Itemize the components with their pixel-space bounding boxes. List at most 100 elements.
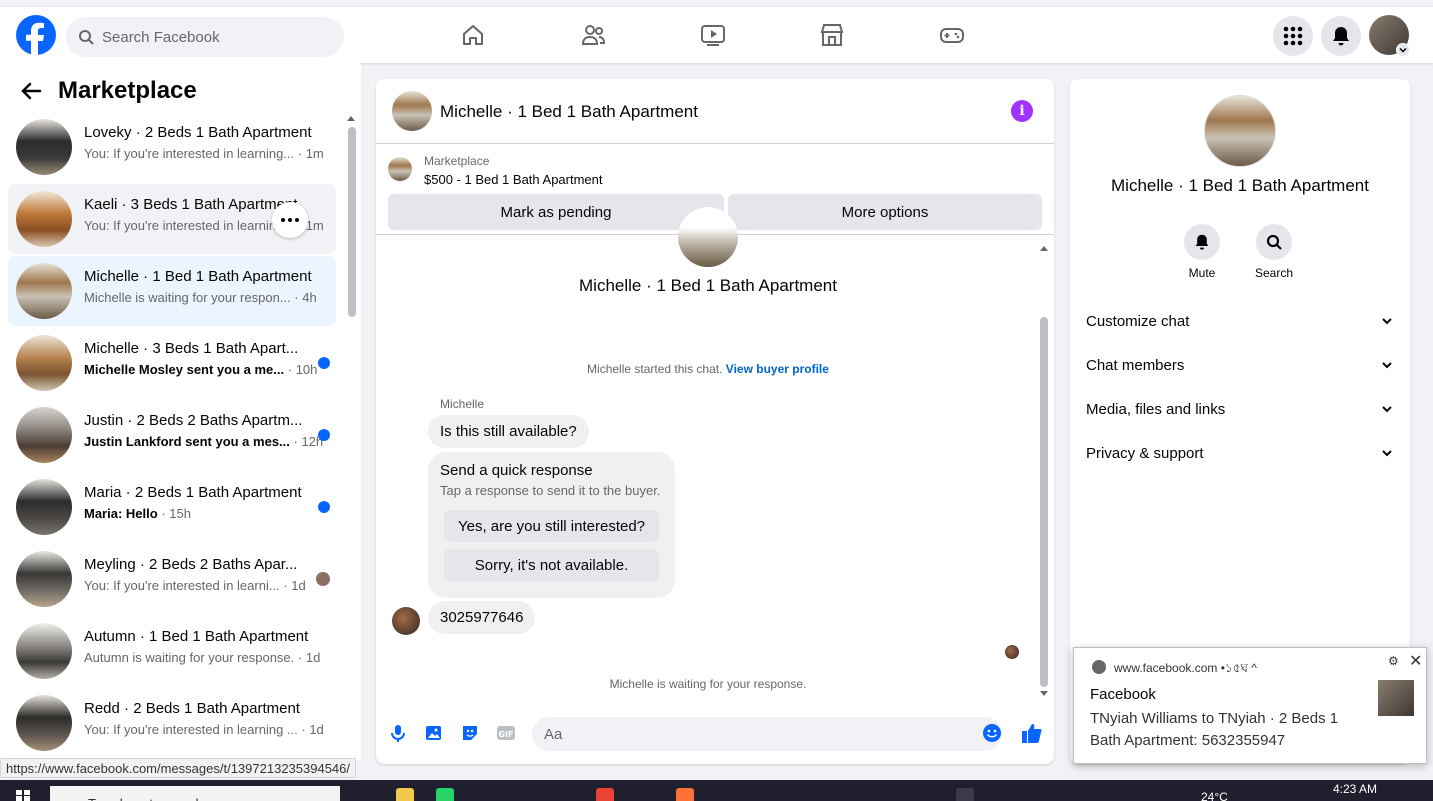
search-bar[interactable]: Search Facebook: [66, 17, 344, 57]
notification-title: Facebook: [1090, 686, 1156, 703]
listing-thumbnail: [16, 479, 72, 535]
scrollbar-up-arrow[interactable]: [1040, 246, 1048, 251]
listing-avatar[interactable]: [1204, 95, 1276, 167]
back-arrow-icon[interactable]: [20, 80, 42, 102]
quick-reply-interested-button[interactable]: Yes, are you still interested?: [444, 510, 659, 542]
firefox-icon[interactable]: [676, 788, 694, 801]
message-bubble: Is this still available?: [428, 415, 589, 448]
windows-taskbar: Type here to search 24°C 4:23 AM: [0, 780, 1433, 801]
taskbar-search[interactable]: Type here to search: [50, 786, 340, 801]
sidebar-scrollbar[interactable]: [348, 127, 356, 317]
view-buyer-profile-link[interactable]: View buyer profile: [726, 362, 829, 376]
conversation-preview: You: If you're interested in learning ..…: [84, 722, 324, 737]
facebook-logo[interactable]: [16, 15, 56, 55]
gif-icon[interactable]: GIF: [496, 723, 516, 743]
system-clock[interactable]: 4:23 AM: [1333, 782, 1377, 796]
friends-icon[interactable]: [579, 21, 607, 49]
gear-icon[interactable]: ⚙: [1388, 654, 1399, 668]
conversation-item[interactable]: Meyling · 2 Beds 2 Baths Apar... You: If…: [8, 544, 336, 614]
listing-thumbnail: [16, 551, 72, 607]
chat-started-notice: Michelle started this chat. View buyer p…: [587, 362, 829, 376]
more-options-button[interactable]: [272, 202, 308, 238]
chevron-down-icon: [1382, 318, 1392, 325]
gaming-icon[interactable]: [938, 21, 966, 49]
desktop-notification[interactable]: www.facebook.com •১৫ঘ ^ ⚙ ✕ Facebook TNy…: [1073, 647, 1427, 764]
listing-avatar[interactable]: [392, 91, 432, 131]
conversation-preview: You: If you're interested in learni... ·…: [84, 578, 306, 593]
search-input[interactable]: Search Facebook: [102, 29, 220, 46]
bell-icon: [1195, 234, 1209, 250]
photo-icon[interactable]: [424, 723, 444, 743]
seen-avatar: [316, 572, 330, 586]
conversation-title: Michelle · 1 Bed 1 Bath Apartment: [84, 268, 312, 285]
chat-header: Michelle · 1 Bed 1 Bath Apartment i: [376, 79, 1054, 144]
conversation-item[interactable]: Autumn · 1 Bed 1 Bath Apartment Autumn i…: [8, 616, 336, 686]
quick-reply-unavailable-button[interactable]: Sorry, it's not available.: [444, 549, 659, 581]
conversation-title: Autumn · 1 Bed 1 Bath Apartment: [84, 628, 309, 645]
chat-scrollbar[interactable]: [1040, 317, 1048, 687]
chat-title[interactable]: Michelle · 1 Bed 1 Bath Apartment: [440, 102, 698, 122]
notifications-button[interactable]: [1321, 16, 1361, 56]
more-dots-icon: [281, 218, 299, 222]
section-media-files-links[interactable]: Media, files and links: [1086, 393, 1394, 425]
listing-thumbnail: [16, 335, 72, 391]
info-icon[interactable]: i: [1011, 100, 1033, 122]
conversation-item[interactable]: Redd · 2 Beds 1 Bath Apartment You: If y…: [8, 688, 336, 758]
video-icon[interactable]: [699, 21, 727, 49]
conversation-item[interactable]: Loveky · 2 Beds 1 Bath Apartment You: If…: [8, 112, 336, 182]
menu-grid-icon: [1283, 26, 1303, 46]
chevron-down-icon: [1382, 450, 1392, 457]
conversation-title: Justin · 2 Beds 2 Baths Apartm...: [84, 412, 303, 429]
message-composer: GIF Aa: [376, 713, 1054, 753]
listing-thumbnail: [16, 623, 72, 679]
conversation-preview: Michelle is waiting for your respon... ·…: [84, 290, 317, 305]
conversation-item[interactable]: Michelle · 1 Bed 1 Bath Apartment Michel…: [8, 256, 336, 326]
listing-thumbnail: [16, 407, 72, 463]
waiting-notice: Michelle is waiting for your response.: [609, 677, 807, 691]
scrollbar-up-arrow[interactable]: [347, 116, 355, 121]
listing-thumbnail[interactable]: [388, 157, 412, 181]
chevron-down-icon: [1382, 362, 1392, 369]
weather-temperature[interactable]: 24°C: [1201, 790, 1228, 801]
notification-image: [1378, 680, 1414, 716]
marketplace-icon[interactable]: [818, 21, 846, 49]
mute-button[interactable]: Mute: [1172, 224, 1232, 280]
search-conversation-button[interactable]: Search: [1244, 224, 1304, 280]
emoji-icon[interactable]: [982, 723, 1002, 743]
section-customize-chat[interactable]: Customize chat: [1086, 305, 1394, 337]
seen-avatar: [1005, 645, 1019, 659]
message-bubble: 3025977646: [428, 601, 536, 634]
scrollbar-down-arrow[interactable]: [1040, 691, 1048, 696]
section-chat-members[interactable]: Chat members: [1086, 349, 1394, 381]
close-icon[interactable]: ✕: [1409, 651, 1422, 671]
listing-price[interactable]: $500 - 1 Bed 1 Bath Apartment: [424, 172, 603, 187]
windows-start-icon[interactable]: [16, 790, 30, 801]
status-bar-url: https://www.facebook.com/messages/t/1397…: [0, 758, 356, 778]
conversation-sidebar: Marketplace Loveky · 2 Beds 1 Bath Apart…: [0, 63, 361, 760]
home-icon[interactable]: [459, 21, 487, 49]
unread-indicator: [318, 501, 330, 513]
unread-indicator: [318, 429, 330, 441]
quick-response-title: Send a quick response: [440, 462, 593, 479]
whatsapp-icon[interactable]: [436, 788, 454, 801]
more-options-button[interactable]: More options: [728, 194, 1042, 230]
active-app-icon[interactable]: [956, 788, 974, 801]
conversation-item[interactable]: Michelle · 3 Beds 1 Bath Apart... Michel…: [8, 328, 336, 398]
conversation-item[interactable]: Maria · 2 Beds 1 Bath Apartment Maria: H…: [8, 472, 336, 542]
file-explorer-icon[interactable]: [396, 788, 414, 801]
message-input[interactable]: Aa: [532, 717, 1002, 751]
conversation-item[interactable]: Justin · 2 Beds 2 Baths Apartm... Justin…: [8, 400, 336, 470]
conversation-preview: Justin Lankford sent you a mes... · 12h: [84, 434, 324, 449]
section-privacy-support[interactable]: Privacy & support: [1086, 437, 1394, 469]
notification-source: www.facebook.com •১৫ঘ ^: [1114, 661, 1257, 675]
sender-avatar[interactable]: [392, 607, 420, 635]
conversation-item[interactable]: Kaeli · 3 Beds 1 Bath Apartment You: If …: [8, 184, 336, 254]
conversation-preview: Autumn is waiting for your response. · 1…: [84, 650, 321, 665]
mark-pending-button[interactable]: Mark as pending: [388, 194, 724, 230]
thumbs-up-icon[interactable]: [1021, 722, 1043, 744]
menu-grid-button[interactable]: [1273, 16, 1313, 56]
sticker-icon[interactable]: [460, 723, 480, 743]
microphone-icon[interactable]: [388, 723, 408, 743]
chrome-icon[interactable]: [596, 788, 614, 801]
chevron-down-icon[interactable]: [1396, 43, 1410, 57]
